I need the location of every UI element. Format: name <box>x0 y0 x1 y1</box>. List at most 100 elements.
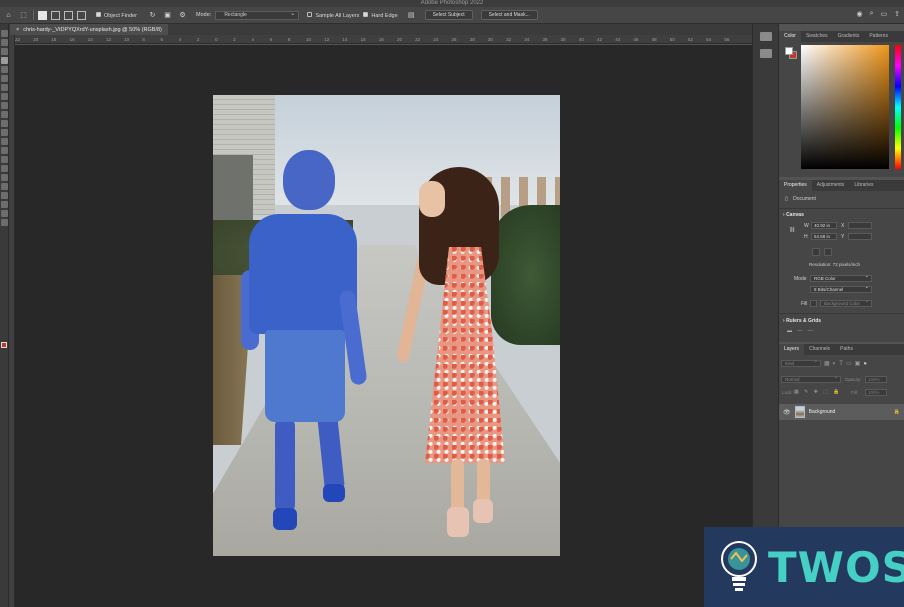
crop-tool-icon[interactable] <box>1 66 8 73</box>
filter-type-icon[interactable]: T <box>839 361 843 367</box>
ruler-tick-label: 6 <box>269 36 273 42</box>
filter-pixel-icon[interactable]: ▦ <box>824 360 830 367</box>
canvas-section-header[interactable]: › Canvas <box>783 212 804 218</box>
new-selection-icon[interactable] <box>38 10 47 20</box>
marquee-tool-icon[interactable] <box>1 39 8 46</box>
hard-edge-toggle[interactable]: Hard Edge <box>363 11 398 19</box>
filter-toggle-icon[interactable]: ● <box>863 361 867 367</box>
layer-name[interactable]: Background <box>809 409 836 415</box>
brush-tool-icon[interactable] <box>1 102 8 109</box>
object-selection-tool-icon[interactable]: ⬚ <box>18 10 29 21</box>
width-field[interactable]: 40.92 in <box>811 222 837 229</box>
move-tool-icon[interactable] <box>1 30 8 37</box>
history-brush-tool-icon[interactable] <box>1 120 8 127</box>
opacity-field[interactable]: 100% <box>865 376 887 383</box>
rectangle-tool-icon[interactable] <box>1 192 8 199</box>
portrait-orientation-icon[interactable] <box>812 248 820 256</box>
x-label: X <box>841 223 845 229</box>
eyedropper-tool-icon[interactable] <box>1 84 8 91</box>
tab-adjustments[interactable]: Adjustments <box>812 180 850 191</box>
history-panel-icon[interactable] <box>759 32 772 41</box>
refresh-icon[interactable]: ↻ <box>147 10 158 21</box>
intersect-selection-icon[interactable] <box>77 10 86 20</box>
filter-adjustment-icon[interactable]: ◐ <box>833 361 837 367</box>
fill-label: Fill: <box>851 390 858 395</box>
show-objects-icon[interactable]: ▣ <box>162 10 173 21</box>
ruler-units-controls[interactable]: ▬ — — <box>787 328 815 334</box>
bit-depth-select[interactable]: 8 Bits/Channel <box>810 285 872 293</box>
fill-swatch[interactable] <box>810 300 817 307</box>
link-icon[interactable]: ⛓ <box>789 227 795 233</box>
dodge-tool-icon[interactable] <box>1 156 8 163</box>
tab-color[interactable]: Color <box>779 31 801 42</box>
subtract-selection-icon[interactable] <box>64 10 73 20</box>
layer-row[interactable]: 👁 Background 🔒 <box>779 404 904 420</box>
y-field[interactable] <box>848 233 872 240</box>
tab-patterns[interactable]: Patterns <box>864 31 893 42</box>
gradient-tool-icon[interactable] <box>1 138 8 145</box>
sample-all-layers-toggle[interactable]: Sample All Layers <box>307 11 359 19</box>
color-picker-field[interactable] <box>801 45 889 169</box>
x-field[interactable] <box>848 222 872 229</box>
filter-shape-icon[interactable]: ▭ <box>846 360 852 367</box>
sample-all-layers-checkbox[interactable] <box>307 11 313 17</box>
tools-panel <box>0 24 9 607</box>
clone-stamp-tool-icon[interactable] <box>1 111 8 118</box>
fill-select[interactable]: Background Color <box>820 299 872 307</box>
zoom-tool-icon[interactable] <box>1 210 8 217</box>
search-icon[interactable]: ⌕ <box>870 10 874 18</box>
ruler-tick-label: 28 <box>469 36 475 42</box>
brush-settings-icon[interactable] <box>759 49 772 58</box>
object-finder-toggle[interactable]: Object Finder <box>96 11 137 19</box>
tab-paths[interactable]: Paths <box>835 344 858 355</box>
blur-tool-icon[interactable] <box>1 147 8 154</box>
landscape-orientation-icon[interactable] <box>824 248 832 256</box>
gear-icon[interactable]: ⚙ <box>177 10 188 21</box>
home-icon[interactable]: ⌂ <box>3 10 14 21</box>
hue-slider[interactable] <box>895 45 901 169</box>
select-subject-options-icon[interactable]: ▤ <box>406 10 417 21</box>
user-icon[interactable]: ◉ <box>856 10 862 18</box>
height-field[interactable]: 54.58 in <box>811 233 837 240</box>
color-mode-select[interactable]: RGB Color <box>810 274 872 282</box>
rulers-grids-section-header[interactable]: › Rulers & Grids <box>783 318 821 324</box>
edit-toolbar-icon[interactable] <box>1 219 8 226</box>
blend-mode-select[interactable]: Normal <box>781 375 841 383</box>
tab-channels[interactable]: Channels <box>804 344 835 355</box>
type-tool-icon[interactable] <box>1 174 8 181</box>
ruler-tick-label: 14 <box>342 36 348 42</box>
tab-swatches[interactable]: Swatches <box>801 31 833 42</box>
layer-kind-select[interactable]: Kind <box>781 359 821 367</box>
filter-smart-object-icon[interactable]: ▣ <box>855 360 861 367</box>
eraser-tool-icon[interactable] <box>1 129 8 136</box>
document-image[interactable] <box>213 95 560 556</box>
hard-edge-checkbox[interactable] <box>363 11 369 17</box>
mode-select[interactable]: Rectangle <box>215 10 300 20</box>
foreground-swatch[interactable] <box>785 47 793 55</box>
healing-brush-tool-icon[interactable] <box>1 93 8 100</box>
subject-girl <box>389 167 509 542</box>
share-icon[interactable]: ⇪ <box>894 10 900 18</box>
tab-libraries[interactable]: Libraries <box>849 180 878 191</box>
add-selection-icon[interactable] <box>51 10 60 20</box>
eye-icon[interactable]: 👁 <box>783 409 791 416</box>
tab-gradients[interactable]: Gradients <box>833 31 865 42</box>
fill-field[interactable]: 100% <box>865 389 887 396</box>
document-tab[interactable]: × chris-hardy-_VtDPYQXrdY-unsplash.jpg @… <box>10 24 168 35</box>
lock-icons[interactable]: ▦ ✎ ✥ ⬚ 🔒 <box>794 389 842 395</box>
close-icon[interactable]: × <box>16 27 19 33</box>
path-selection-tool-icon[interactable] <box>1 183 8 190</box>
select-and-mask-button[interactable]: Select and Mask... <box>480 10 538 20</box>
foreground-color-swatch[interactable] <box>1 342 7 348</box>
tab-layers[interactable]: Layers <box>779 344 805 355</box>
tab-properties[interactable]: Properties <box>779 180 812 191</box>
frame-icon[interactable]: ▭ <box>881 10 888 18</box>
canvas-area[interactable] <box>15 45 752 607</box>
hand-tool-icon[interactable] <box>1 201 8 208</box>
object-finder-checkbox[interactable] <box>96 11 101 17</box>
select-subject-button[interactable]: Select Subject <box>424 10 473 20</box>
lasso-tool-icon[interactable] <box>1 48 8 55</box>
pen-tool-icon[interactable] <box>1 165 8 172</box>
frame-tool-icon[interactable] <box>1 75 8 82</box>
object-selection-tool-icon[interactable] <box>1 57 8 64</box>
